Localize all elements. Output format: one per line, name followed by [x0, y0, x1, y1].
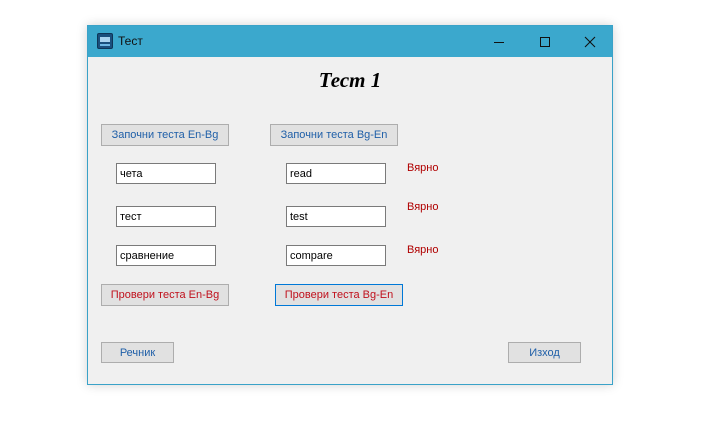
- test-window: Тест Тест 1 Започни теста En-Bg Започни …: [87, 25, 613, 385]
- close-icon: [584, 36, 596, 47]
- minimize-button[interactable]: [476, 26, 522, 57]
- title-bar[interactable]: Тест: [88, 26, 612, 57]
- check-bg-en-button[interactable]: Провери теста Bg-En: [275, 284, 403, 306]
- result-label-1: Вярно: [407, 162, 439, 174]
- bg-word-field-3[interactable]: [116, 245, 216, 266]
- en-word-field-1[interactable]: [286, 163, 386, 184]
- start-en-bg-button[interactable]: Започни теста En-Bg: [101, 124, 229, 146]
- app-icon: [97, 33, 113, 49]
- maximize-icon: [540, 36, 550, 47]
- result-label-2: Вярно: [407, 201, 439, 213]
- dictionary-button[interactable]: Речник: [101, 342, 174, 363]
- exit-button[interactable]: Изход: [508, 342, 581, 363]
- en-word-field-2[interactable]: [286, 206, 386, 227]
- minimize-icon: [494, 41, 504, 43]
- en-word-field-3[interactable]: [286, 245, 386, 266]
- bg-word-field-2[interactable]: [116, 206, 216, 227]
- bg-word-field-1[interactable]: [116, 163, 216, 184]
- maximize-button[interactable]: [522, 26, 568, 57]
- check-en-bg-button[interactable]: Провери теста En-Bg: [101, 284, 229, 306]
- close-button[interactable]: [567, 26, 613, 57]
- result-label-3: Вярно: [407, 244, 439, 256]
- page-title: Тест 1: [318, 68, 382, 92]
- window-title: Тест: [118, 34, 143, 48]
- start-bg-en-button[interactable]: Започни теста Bg-En: [270, 124, 398, 146]
